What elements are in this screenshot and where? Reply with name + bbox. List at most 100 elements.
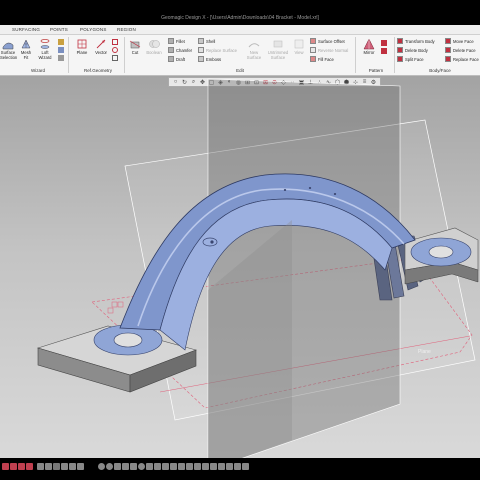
fillet-button[interactable]: Fillet — [168, 38, 185, 44]
new-surface-icon — [248, 43, 260, 48]
view-icon[interactable] — [178, 462, 185, 470]
move-face-button[interactable]: Move Face — [445, 38, 474, 44]
draft-icon — [168, 56, 174, 62]
view-icon[interactable] — [226, 462, 233, 470]
boolean-button[interactable]: Boolean — [145, 38, 163, 56]
mirror-button[interactable]: Mirror — [360, 38, 378, 56]
model-scene[interactable] — [0, 76, 480, 458]
split-face-button[interactable]: Split Face — [397, 56, 424, 62]
reverse-normal-icon — [310, 47, 316, 53]
select-mode-icon[interactable] — [26, 462, 33, 470]
ref-small-tools — [112, 39, 119, 61]
group-label-ref-geometry: Ref.Geometry — [83, 68, 112, 73]
chamfer-button[interactable]: Chamfer — [168, 47, 192, 53]
view-icon[interactable] — [186, 462, 193, 470]
select-mode-icon[interactable] — [10, 462, 17, 470]
status-bar — [0, 458, 480, 480]
delete-body-button[interactable]: Delete Body — [397, 47, 428, 53]
filter-icon[interactable] — [45, 462, 52, 470]
shell-icon — [198, 38, 204, 44]
filter-icon[interactable] — [53, 462, 60, 470]
view-icon[interactable] — [154, 462, 161, 470]
view-icon[interactable] — [210, 462, 217, 470]
filter-icon[interactable] — [69, 462, 76, 470]
view-icon[interactable] — [106, 462, 113, 470]
view-icon[interactable] — [138, 462, 145, 470]
view-icon[interactable] — [122, 462, 129, 470]
untrimmed-surface-button[interactable]: Untrimmed Surface — [266, 38, 290, 60]
plane-icon — [77, 39, 87, 49]
delete-body-icon — [397, 47, 403, 53]
delete-face-button[interactable]: Delete Face — [445, 47, 476, 53]
view-icon — [294, 39, 304, 49]
tab-points[interactable]: POINTS — [50, 27, 68, 32]
small-tool-icon[interactable] — [58, 47, 64, 53]
replace-face-button[interactable]: Replace Face — [445, 56, 479, 62]
plane-button[interactable]: Plane — [74, 38, 90, 56]
fill-face-button[interactable]: Fill Face — [310, 56, 334, 62]
loft-wizard-button[interactable]: Loft Wizard — [37, 38, 53, 60]
filter-icon[interactable] — [37, 462, 44, 470]
circular-pattern-icon[interactable] — [381, 48, 387, 54]
group-label-wizard: Wizard — [30, 68, 45, 73]
transform-body-button[interactable]: Transform Body — [397, 38, 435, 44]
delete-face-icon — [445, 47, 451, 53]
view-icon[interactable] — [114, 462, 121, 470]
emboss-button[interactable]: Emboss — [198, 56, 221, 62]
new-surface-button[interactable]: New Surface — [245, 38, 263, 60]
filter-icon[interactable] — [77, 462, 84, 470]
tab-region[interactable]: REGION — [117, 27, 136, 32]
mesh-fit-icon — [21, 39, 31, 49]
title-bar: Geomagic Design X - [\Users\Admin\Downlo… — [0, 0, 480, 25]
filter-icon[interactable] — [61, 462, 68, 470]
fill-face-icon — [310, 56, 316, 62]
coordinate-icon[interactable] — [112, 47, 118, 53]
pattern-small-tools — [381, 40, 388, 56]
view-button[interactable]: View — [292, 38, 306, 56]
view-icon[interactable] — [218, 462, 225, 470]
transform-body-icon — [397, 38, 403, 44]
point-icon[interactable] — [112, 39, 118, 45]
small-tool-icon[interactable] — [58, 55, 64, 61]
boolean-icon — [149, 40, 160, 48]
view-icon[interactable] — [194, 462, 201, 470]
replace-face-icon — [445, 56, 451, 62]
group-divider — [355, 37, 356, 73]
view-icon[interactable] — [202, 462, 209, 470]
surface-tool[interactable]: Surface Selection — [0, 38, 17, 60]
tab-surfacing[interactable]: SURFACING — [12, 27, 40, 32]
model-viewport[interactable]: ○ ↻ ⌕ ✥ ▢ ◈ ◐ ◍ ⊞ ⊡ ⊠ ⊘ ◇ ↔ ▣ ⊥ ∴ ∿ ⬡ ⬢ … — [0, 76, 480, 458]
view-icon[interactable] — [170, 462, 177, 470]
loft-wizard-icon — [40, 39, 50, 49]
surface-offset-icon — [310, 38, 316, 44]
view-icon[interactable] — [130, 462, 137, 470]
shell-button[interactable]: Shell — [198, 38, 215, 44]
ribbon-tabs: SURFACING POINTS POLYGONS REGION — [0, 25, 480, 35]
draft-button[interactable]: Draft — [168, 56, 185, 62]
small-tool-icon[interactable] — [58, 39, 64, 45]
cut-button[interactable]: Cut — [127, 38, 143, 56]
linear-pattern-icon[interactable] — [381, 40, 387, 46]
view-icon[interactable] — [234, 462, 241, 470]
polyline-icon[interactable] — [112, 55, 118, 61]
reverse-normal-button[interactable]: Reverse Normal — [310, 47, 348, 53]
vector-button[interactable]: Vector — [93, 38, 109, 56]
emboss-icon — [198, 56, 204, 62]
surface-icon — [2, 42, 14, 50]
replace-surface-button[interactable]: Replace Surface — [198, 47, 237, 53]
select-mode-icon[interactable] — [18, 462, 25, 470]
split-face-icon — [397, 56, 403, 62]
surface-offset-button[interactable]: Surface Offset — [310, 38, 345, 44]
select-mode-icon[interactable] — [2, 462, 9, 470]
ribbon: Surface Selection Mesh Fit Loft Wizard W… — [0, 35, 480, 76]
plane-label: Plane — [418, 349, 431, 355]
vector-icon — [96, 39, 106, 49]
view-icon[interactable] — [242, 462, 249, 470]
cut-icon — [129, 40, 141, 49]
tab-polygons[interactable]: POLYGONS — [80, 27, 107, 32]
view-icon[interactable] — [146, 462, 153, 470]
mesh-fit-button[interactable]: Mesh Fit — [19, 38, 33, 60]
view-icon[interactable] — [98, 462, 105, 470]
selection-mode-group — [2, 462, 85, 470]
view-icon[interactable] — [162, 462, 169, 470]
